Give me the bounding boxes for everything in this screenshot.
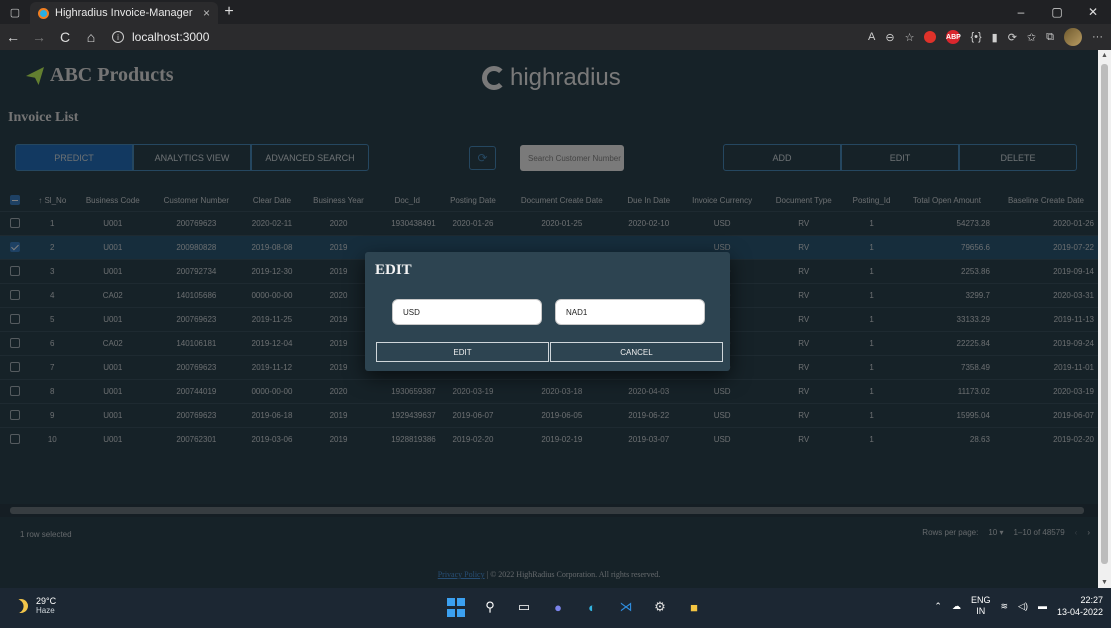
system-tray: ⌃ ☁ ENG IN ≋ ◁) ▬ 22:27 13-04-2022 bbox=[934, 594, 1103, 618]
tray-overflow-icon[interactable]: ⌃ bbox=[934, 601, 942, 612]
collections-icon[interactable]: ⧉ bbox=[1046, 31, 1054, 44]
clock[interactable]: 22:27 13-04-2022 bbox=[1057, 594, 1103, 618]
scroll-down-icon[interactable]: ▼ bbox=[1101, 579, 1108, 586]
settings-gear-icon[interactable]: ⚙ bbox=[650, 597, 670, 617]
tab-title: Highradius Invoice-Manager bbox=[55, 7, 193, 19]
browser-toolbar: A ⊖ ☆ ABP {•} ▮ ⟳ ✩ ⧉ ··· bbox=[868, 24, 1103, 50]
start-menu-icon[interactable] bbox=[446, 597, 466, 617]
url-field[interactable]: i localhost:3000 bbox=[112, 30, 209, 44]
dialog-cancel-button[interactable]: CANCEL bbox=[550, 342, 723, 362]
window-controls: – ▢ ✕ bbox=[1003, 0, 1111, 24]
weather-condition: Haze bbox=[36, 606, 55, 615]
language-code: ENG bbox=[970, 595, 991, 605]
scroll-up-icon[interactable]: ▲ bbox=[1101, 52, 1108, 59]
zoom-icon[interactable]: ⊖ bbox=[885, 31, 894, 44]
onedrive-cloud-icon[interactable]: ☁ bbox=[952, 601, 961, 612]
url-text: localhost:3000 bbox=[132, 30, 210, 44]
reload-button[interactable]: C bbox=[52, 24, 78, 50]
read-aloud-icon[interactable]: A bbox=[868, 31, 875, 43]
temperature: 29°C bbox=[36, 596, 57, 606]
vscode-icon[interactable]: ⋊ bbox=[616, 597, 636, 617]
teams-chat-icon[interactable]: ● bbox=[548, 597, 568, 617]
favicon-icon bbox=[38, 7, 49, 19]
file-explorer-icon[interactable]: ■ bbox=[684, 597, 704, 617]
address-bar: ← → C ⌂ i localhost:3000 A ⊖ ☆ ABP {•} ▮… bbox=[0, 24, 1111, 50]
browser-tab[interactable]: Highradius Invoice-Manager × bbox=[30, 2, 218, 24]
browser-menu-icon[interactable]: ··· bbox=[1092, 31, 1103, 43]
os-taskbar: 29°C Haze ⚲ ▭ ● ◐ ⋊ ⚙ ■ ⌃ ☁ ENG IN ≋ ◁) … bbox=[0, 588, 1111, 628]
forward-button[interactable]: → bbox=[26, 24, 52, 50]
extension-bulb-icon[interactable]: ▮ bbox=[992, 31, 998, 44]
wifi-icon[interactable]: ≋ bbox=[1000, 601, 1008, 612]
search-icon[interactable]: ⚲ bbox=[480, 597, 500, 617]
edit-dialog: EDIT EDIT CANCEL bbox=[365, 252, 730, 371]
extension-icon[interactable] bbox=[924, 31, 937, 43]
back-button[interactable]: ← bbox=[0, 24, 26, 50]
new-tab-button[interactable]: + bbox=[218, 3, 240, 21]
vertical-scroll-thumb[interactable] bbox=[1101, 64, 1108, 564]
tab-close-icon[interactable]: × bbox=[203, 6, 210, 20]
profile-avatar[interactable] bbox=[1064, 28, 1082, 46]
minimize-button[interactable]: – bbox=[1003, 0, 1039, 24]
browser-tab-bar: ▢ Highradius Invoice-Manager × + – ▢ ✕ bbox=[0, 0, 1111, 24]
window-menu-icon[interactable]: ▢ bbox=[0, 0, 30, 24]
dialog-title: EDIT bbox=[375, 262, 412, 278]
task-view-icon[interactable]: ▭ bbox=[514, 597, 534, 617]
moon-icon bbox=[11, 596, 30, 615]
adblock-icon[interactable]: ABP bbox=[946, 30, 961, 44]
volume-icon[interactable]: ◁) bbox=[1018, 601, 1028, 612]
weather-widget[interactable]: 29°C Haze bbox=[14, 596, 56, 615]
dialog-edit-button[interactable]: EDIT bbox=[376, 342, 549, 362]
customer-payment-terms-field[interactable] bbox=[555, 299, 705, 325]
favorite-star-icon[interactable]: ☆ bbox=[905, 31, 915, 44]
edge-browser-icon[interactable]: ◐ bbox=[582, 597, 602, 617]
favorites-icon[interactable]: ✩ bbox=[1027, 31, 1036, 44]
home-button[interactable]: ⌂ bbox=[78, 24, 104, 50]
taskbar-apps: ⚲ ▭ ● ◐ ⋊ ⚙ ■ bbox=[446, 597, 704, 617]
close-window-button[interactable]: ✕ bbox=[1075, 0, 1111, 24]
site-info-icon[interactable]: i bbox=[112, 31, 124, 43]
invoice-currency-field[interactable] bbox=[392, 299, 542, 325]
language-indicator[interactable]: ENG IN bbox=[971, 595, 991, 617]
clock-time: 22:27 bbox=[1080, 595, 1103, 605]
extensions-puzzle-icon[interactable]: ⟳ bbox=[1008, 31, 1017, 44]
vertical-scrollbar[interactable]: ▲ ▼ bbox=[1098, 50, 1111, 588]
extension-brackets-icon[interactable]: {•} bbox=[970, 31, 981, 43]
clock-date: 13-04-2022 bbox=[1056, 607, 1103, 617]
region-code: IN bbox=[976, 606, 986, 616]
maximize-button[interactable]: ▢ bbox=[1039, 0, 1075, 24]
battery-icon[interactable]: ▬ bbox=[1038, 601, 1047, 611]
